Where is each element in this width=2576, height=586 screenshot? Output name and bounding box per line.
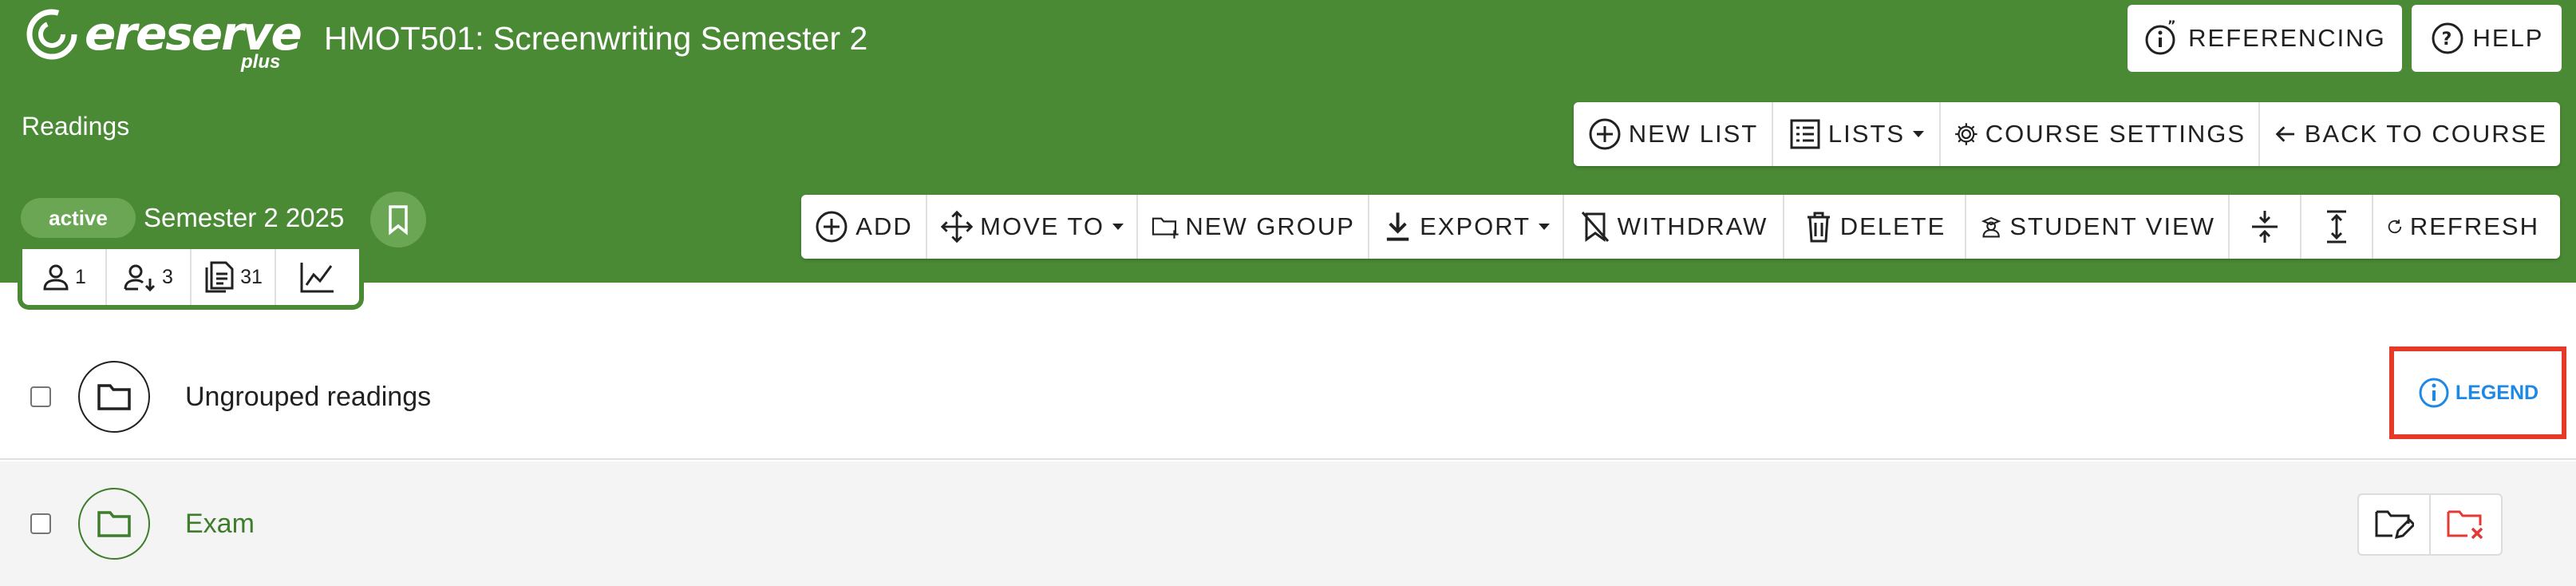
add-button[interactable]: ADD: [801, 195, 927, 259]
owners-stat[interactable]: 1: [22, 249, 107, 305]
folder-icon: [97, 511, 131, 537]
bookmark-off-icon: [1581, 212, 1609, 242]
referencing-button[interactable]: ” REFERENCING: [2128, 5, 2402, 72]
collapse-all-button[interactable]: [2230, 195, 2301, 259]
person-icon: [43, 264, 69, 291]
refresh-button[interactable]: REFRESH: [2373, 195, 2552, 259]
move-to-dropdown[interactable]: MOVE TO: [927, 195, 1138, 259]
refresh-icon: [2388, 220, 2402, 234]
student-view-button[interactable]: STUDENT VIEW: [1966, 195, 2230, 259]
ereserve-logo[interactable]: ereserve plus: [24, 6, 302, 73]
edit-group-button[interactable]: [2359, 495, 2431, 554]
semester-label: Semester 2 2025: [144, 203, 345, 232]
page-label: Readings: [22, 112, 130, 141]
course-settings-label: COURSE SETTINGS: [1985, 120, 2246, 148]
referencing-label: REFERENCING: [2188, 24, 2386, 52]
readings-count: 31: [240, 265, 263, 288]
group-actions: [2357, 493, 2503, 556]
owners-count: 1: [75, 265, 86, 288]
expand-icon: [2327, 210, 2346, 244]
legend-label: LEGEND: [2455, 381, 2539, 404]
legend-button[interactable]: LEGEND: [2417, 376, 2538, 410]
export-label: EXPORT: [1420, 212, 1531, 240]
refresh-label: REFRESH: [2409, 212, 2539, 240]
group-row-ungrouped[interactable]: Ungrouped readings: [0, 335, 2576, 460]
add-label: ADD: [855, 212, 913, 240]
gear-icon: [1955, 123, 1977, 145]
withdraw-button[interactable]: WITHDRAW: [1564, 195, 1784, 259]
new-folder-icon: [1152, 217, 1179, 239]
folder-delete-icon: [2447, 510, 2483, 540]
back-to-course-button[interactable]: BACK TO COURSE: [2260, 102, 2560, 166]
app-header: ereserve plus HMOT501: Screenwriting Sem…: [0, 0, 2576, 283]
row-checkbox[interactable]: [30, 513, 51, 534]
folder-icon: [97, 384, 131, 410]
svg-text:?: ?: [2441, 30, 2453, 49]
bookmark-button[interactable]: [370, 192, 426, 247]
logo-plus: plus: [241, 51, 281, 73]
readings-stat[interactable]: 31: [192, 249, 276, 305]
help-button[interactable]: ? HELP: [2412, 5, 2562, 72]
add-circle-icon: [1589, 118, 1621, 150]
withdraw-label: WITHDRAW: [1617, 212, 1768, 240]
status-badge: active: [21, 198, 136, 238]
folder-avatar: [78, 361, 150, 433]
nav-toolbar: NEW LIST LISTS COURSE SETTINGS BACK TO C…: [1574, 102, 2560, 166]
expand-all-button[interactable]: [2301, 195, 2373, 259]
folder-avatar: [78, 488, 150, 560]
course-settings-button[interactable]: COURSE SETTINGS: [1941, 102, 2260, 166]
list-icon: [1790, 119, 1820, 149]
students-count: 3: [162, 265, 173, 288]
collapse-icon: [2252, 211, 2278, 243]
help-label: HELP: [2472, 24, 2544, 52]
chart-line-icon: [300, 263, 334, 293]
chevron-down-icon: [1913, 131, 1925, 137]
analytics-button[interactable]: [276, 249, 359, 305]
info-icon: [2419, 378, 2449, 408]
lists-label: LISTS: [1827, 120, 1906, 148]
help-icon: ?: [2432, 22, 2463, 54]
new-group-button[interactable]: NEW GROUP: [1138, 195, 1369, 259]
legend-highlight: LEGEND: [2389, 346, 2566, 439]
arrow-left-icon: [2275, 126, 2295, 142]
action-toolbar: ADD MOVE TO NEW GROUP EXPORT WITHDRAW DE…: [801, 195, 2560, 259]
student-icon: [1981, 216, 2001, 238]
chevron-down-icon: [1112, 224, 1124, 230]
export-dropdown[interactable]: EXPORT: [1369, 195, 1564, 259]
download-icon: [1386, 212, 1409, 241]
delete-label: DELETE: [1839, 212, 1946, 240]
add-circle-icon: [816, 211, 847, 243]
documents-icon: [205, 261, 234, 293]
chevron-down-icon: [1539, 224, 1550, 230]
students-stat[interactable]: 3: [107, 249, 192, 305]
course-title: HMOT501: Screenwriting Semester 2: [324, 20, 868, 57]
new-group-label: NEW GROUP: [1185, 212, 1355, 240]
back-to-course-label: BACK TO COURSE: [2304, 120, 2547, 148]
group-label: Exam: [185, 508, 255, 539]
group-label: Ungrouped readings: [185, 381, 432, 412]
trash-icon: [1807, 212, 1830, 243]
student-view-label: STUDENT VIEW: [2009, 212, 2215, 240]
row-checkbox[interactable]: [30, 386, 51, 407]
move-to-label: MOVE TO: [980, 212, 1104, 240]
folder-edit-icon: [2375, 510, 2414, 540]
bookmark-icon: [389, 205, 408, 236]
move-arrows-icon: [940, 210, 974, 244]
info-quote-icon: ”: [2145, 20, 2178, 55]
course-stats: 1 3 31: [18, 249, 364, 310]
person-down-icon: [124, 264, 156, 291]
lists-dropdown[interactable]: LISTS: [1773, 102, 1941, 166]
group-row-exam[interactable]: Exam: [0, 461, 2576, 586]
new-list-label: NEW LIST: [1628, 120, 1759, 148]
svg-text:”: ”: [2167, 20, 2178, 33]
delete-button[interactable]: DELETE: [1784, 195, 1966, 259]
ereserve-swirl-icon: [26, 9, 77, 60]
new-list-button[interactable]: NEW LIST: [1574, 102, 1773, 166]
delete-group-button[interactable]: [2431, 495, 2501, 554]
